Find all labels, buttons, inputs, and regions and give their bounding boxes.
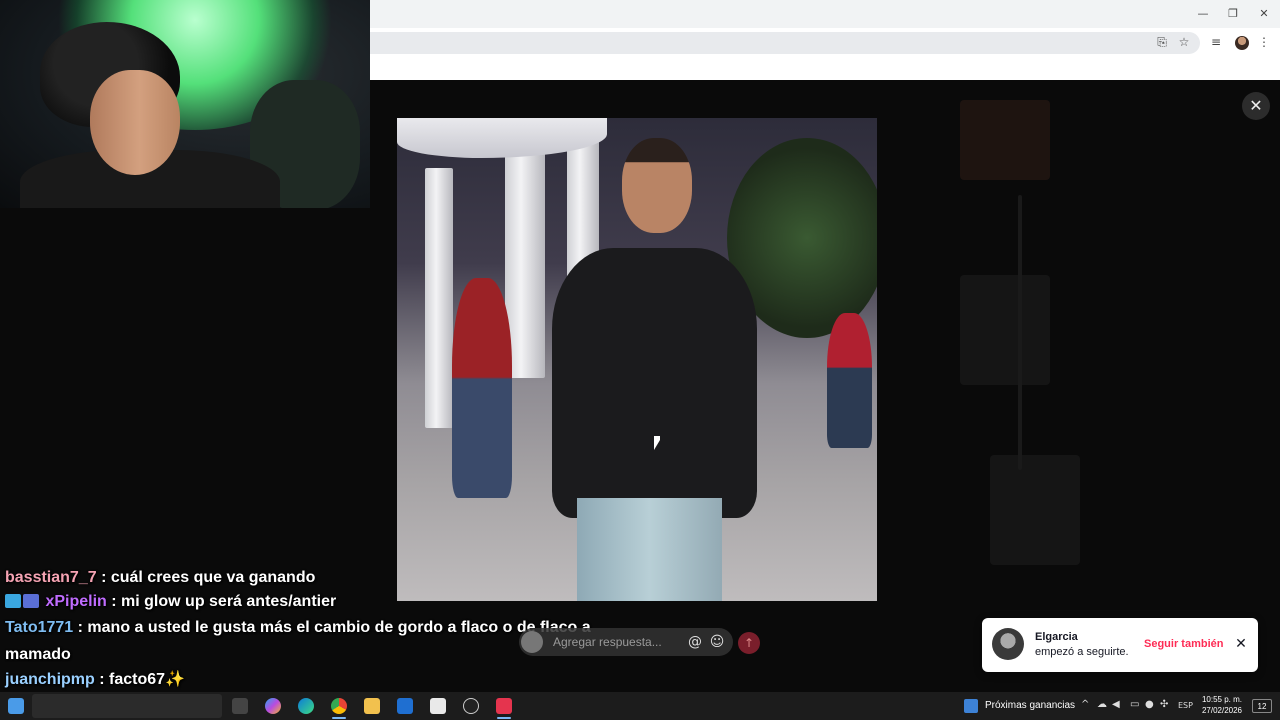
widget-label[interactable]: Próximas ganancias bbox=[985, 700, 1075, 711]
media-icon[interactable]: ≡ bbox=[1208, 34, 1224, 50]
send-button[interactable]: ↑ bbox=[738, 632, 760, 654]
chat-message: juanchipmp : facto67✨ bbox=[5, 668, 645, 692]
dimmed-scrollbar bbox=[1018, 195, 1022, 470]
language-indicator[interactable]: ESP bbox=[1178, 701, 1193, 710]
copilot-icon[interactable] bbox=[265, 698, 281, 714]
restore-button[interactable]: ❐ bbox=[1222, 5, 1244, 23]
reply-box: @ ☺ bbox=[519, 628, 733, 656]
follower-name[interactable]: Elgarcia bbox=[1035, 631, 1078, 643]
notification-text: empezó a seguirte. bbox=[1035, 646, 1129, 658]
address-bar[interactable] bbox=[370, 32, 1200, 54]
chat-message: xPipelin : mi glow up será antes/antier bbox=[5, 590, 645, 614]
dimmed-thumbnail bbox=[990, 455, 1080, 565]
chat-badge-icon bbox=[23, 594, 39, 608]
photo-passerby bbox=[452, 278, 512, 498]
minimize-button[interactable]: — bbox=[1192, 5, 1214, 23]
photo-subject-shirt bbox=[552, 248, 757, 518]
taskbar: Próximas ganancias ^ ☁ ◀ ▭ ● ✣ ESP 10:55… bbox=[0, 692, 1280, 720]
close-window-button[interactable]: ✕ bbox=[1253, 5, 1275, 23]
photo-column bbox=[425, 168, 453, 428]
dimmed-thumbnail bbox=[960, 275, 1050, 385]
mouse-cursor-icon bbox=[654, 436, 660, 450]
chat-text: : cuál crees que va ganando bbox=[101, 569, 316, 586]
chat-username: Tato1771 bbox=[5, 619, 74, 636]
dimmed-sidebar bbox=[880, 80, 1280, 610]
menu-icon[interactable]: ⋮ bbox=[1256, 34, 1272, 50]
widget-icon[interactable] bbox=[964, 699, 978, 713]
bookmark-star-icon[interactable]: ☆ bbox=[1176, 34, 1192, 50]
file-explorer-icon[interactable] bbox=[364, 698, 380, 714]
tab-strip: — ❐ ✕ bbox=[370, 0, 1280, 28]
chat-message: basstian7_7 : cuál crees que va ganando bbox=[5, 566, 645, 590]
mention-icon[interactable]: @ bbox=[686, 633, 704, 651]
volume-icon[interactable]: ◀ bbox=[1112, 699, 1120, 710]
display-icon[interactable]: ▭ bbox=[1130, 699, 1139, 710]
microphone-icon[interactable]: ● bbox=[1145, 699, 1154, 710]
chat-username: juanchipmp bbox=[5, 671, 95, 688]
photo-passerby bbox=[827, 313, 872, 448]
follower-avatar[interactable] bbox=[992, 628, 1024, 660]
edge-icon[interactable] bbox=[298, 698, 314, 714]
reply-input[interactable] bbox=[553, 634, 683, 650]
dimmed-thumbnail bbox=[960, 100, 1050, 180]
toolbar: ⎘ ☆ ≡ ⋮ bbox=[370, 28, 1280, 80]
chevron-up-icon[interactable]: ^ bbox=[1081, 699, 1089, 710]
network-icon[interactable]: ✣ bbox=[1160, 699, 1168, 710]
follow-notification: Elgarcia empezó a seguirte. Seguir tambi… bbox=[982, 618, 1258, 672]
profile-avatar[interactable] bbox=[1235, 36, 1249, 50]
mail-icon[interactable] bbox=[397, 698, 413, 714]
emoji-icon[interactable]: ☺ bbox=[708, 633, 726, 651]
chat-username: xPipelin bbox=[45, 593, 107, 610]
onedrive-icon[interactable]: ☁ bbox=[1097, 699, 1107, 710]
reply-avatar bbox=[521, 631, 543, 653]
clock-time[interactable]: 10:55 p. m. bbox=[1200, 695, 1242, 704]
follow-back-button[interactable]: Seguir también bbox=[1144, 638, 1223, 650]
start-icon[interactable] bbox=[8, 698, 24, 714]
task-view-icon[interactable] bbox=[232, 698, 248, 714]
close-viewer-button[interactable]: ✕ bbox=[1242, 92, 1270, 120]
browser-window: — ❐ ✕ ⎘ ☆ ≡ ⋮ bbox=[370, 0, 1280, 80]
photo-subject-head bbox=[622, 138, 692, 233]
close-notification-button[interactable]: ✕ bbox=[1232, 635, 1250, 653]
chat-username: basstian7_7 bbox=[5, 569, 97, 586]
chat-text: : mano a usted le gusta más el cambio de… bbox=[5, 619, 591, 663]
chrome-icon[interactable] bbox=[331, 698, 347, 714]
store-icon[interactable] bbox=[430, 698, 446, 714]
install-icon[interactable]: ⎘ bbox=[1154, 34, 1170, 50]
chat-text: : facto67✨ bbox=[99, 671, 185, 688]
chat-badge-icon bbox=[5, 594, 21, 608]
active-indicator bbox=[332, 717, 346, 719]
active-indicator bbox=[497, 717, 511, 719]
tiktok-icon[interactable] bbox=[496, 698, 512, 714]
webcam-overlay bbox=[0, 0, 370, 208]
clock-date[interactable]: 27/02/2026 bbox=[1196, 706, 1242, 715]
notification-center-icon[interactable]: 12 bbox=[1252, 699, 1272, 713]
post-photo[interactable] bbox=[397, 118, 877, 601]
taskbar-search[interactable] bbox=[32, 694, 222, 718]
obs-icon[interactable] bbox=[463, 698, 479, 714]
chat-text: : mi glow up será antes/antier bbox=[111, 593, 337, 610]
streamer-face bbox=[90, 70, 180, 175]
